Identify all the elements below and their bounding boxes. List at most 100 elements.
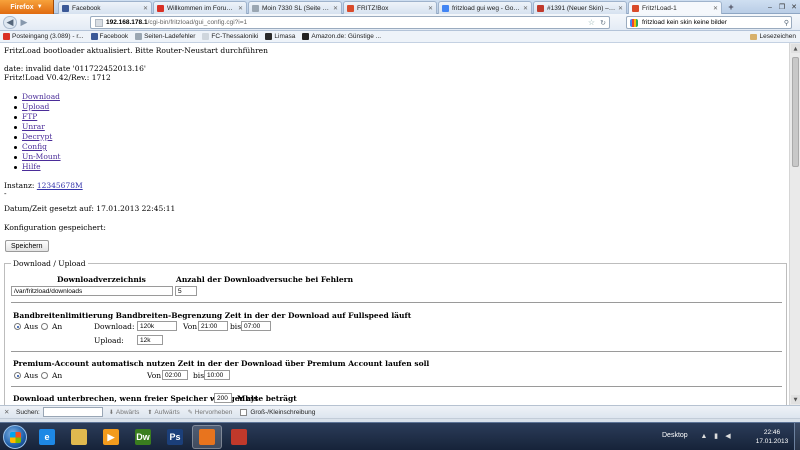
close-tab-icon[interactable]: ✕ [713,5,718,12]
bookmark-label: Facebook [99,33,129,40]
search-go-icon[interactable]: ⚲ [784,19,789,27]
menu-link-config[interactable]: Config [22,142,47,151]
show-hidden-icons-icon[interactable]: ▲ [700,432,708,440]
bandwidth-on-radio[interactable] [41,323,48,330]
bookmark-item[interactable]: Amazon.de: Günstige ... [302,33,381,40]
vertical-scrollbar[interactable]: ▲ ▼ [789,43,800,405]
download-attempts-input[interactable]: 5 [175,286,197,296]
tab-label: Willkommen im Forum Fri... [167,4,236,12]
bandwidth-off-radio[interactable] [14,323,21,330]
tab-label: Facebook [72,4,101,12]
saved-message: Konfiguration gespeichert: [4,223,106,232]
chevron-down-icon: ▼ [36,4,43,10]
start-button[interactable] [3,425,27,449]
free-space-input[interactable]: 200 [214,393,232,403]
site-identity-icon[interactable] [95,18,103,27]
menu-link-hilfe[interactable]: Hilfe [22,162,41,171]
download-directory-input[interactable]: /var/fritzload/downloads [11,286,173,296]
instance-link[interactable]: 12345678M [37,181,83,190]
date-message: date: invalid date '011722452013.16' [4,64,146,73]
download-attempts-header: Anzahl der Downloadversuche bei Fehlern [176,275,354,284]
show-desktop-button[interactable] [794,423,800,450]
folder-icon [749,33,757,40]
download-speed-input[interactable]: 120k [137,321,177,331]
ie-icon: e [39,429,55,445]
menu-link-un-mount[interactable]: Un-Mount [22,152,61,161]
tab-label: Fritz!Load-1 [642,4,677,12]
dreamweaver-icon: Dw [135,429,151,445]
clock[interactable]: 22:46 17.01.2013 [752,428,792,446]
bookmark-item[interactable]: Seiten-Ladefehler [135,33,195,40]
taskbar-app[interactable]: Dw [128,425,158,449]
taskbar-app[interactable] [64,425,94,449]
google-search-engine-icon[interactable] [630,18,638,27]
browser-tab[interactable]: Moin 7330 SL (Seite 1) / All...✕ [248,1,342,14]
browser-tab[interactable]: Fritz!Load-1 ✕ [628,1,722,14]
taskbar-app[interactable] [224,425,254,449]
back-button[interactable]: ◀ [3,16,17,29]
bookmark-star-icon[interactable]: ☆ [588,18,595,27]
new-tab-button[interactable]: + [725,1,737,13]
minimize-icon[interactable]: – [764,0,776,14]
menu-link-unrar[interactable]: Unrar [22,122,45,131]
bandwidth-section-title: Bandbreitenlimitierung Bandbreiten-Begre… [13,311,412,320]
close-tab-icon[interactable]: ✕ [333,5,338,12]
bandwidth-from-input[interactable]: 21:00 [198,321,228,331]
close-window-icon[interactable]: ✕ [788,0,800,14]
close-tab-icon[interactable]: ✕ [618,5,623,12]
premium-to-label: bis [193,371,205,380]
bookmark-item[interactable]: Limasa [265,33,295,40]
desktop-toolbar-label[interactable]: Desktop [662,432,688,439]
firefox-menu-button[interactable]: Firefox ▼ [0,0,54,14]
close-find-bar-icon[interactable]: ✕ [4,408,12,416]
bookmark-item[interactable]: FC-Thessaloniki [202,33,258,40]
close-tab-icon[interactable]: ✕ [238,5,243,12]
tab-label: Moin 7330 SL (Seite 1) / All... [262,4,331,12]
find-next-button[interactable]: ⬇ Abwärts [109,409,140,416]
premium-from-input[interactable]: 02:00 [162,370,188,380]
taskbar-app[interactable]: ▶ [96,425,126,449]
scroll-up-icon[interactable]: ▲ [791,44,800,53]
menu-link-download[interactable]: Download [22,92,60,101]
bookmark-item[interactable]: Posteingang (3.089) - r... [3,33,84,40]
reload-icon[interactable]: ↻ [600,19,606,27]
browser-tab[interactable]: Facebook ✕ [58,1,152,14]
premium-to-input[interactable]: 10:00 [204,370,230,380]
close-tab-icon[interactable]: ✕ [143,5,148,12]
browser-tab[interactable]: fritzload gui weg - Google...✕ [438,1,532,14]
taskbar-app[interactable]: e [32,425,62,449]
maximize-icon[interactable]: ❐ [776,0,788,14]
search-input[interactable]: fritzload kein skin keine bilder [642,19,727,26]
premium-off-radio[interactable] [14,372,21,379]
browser-tab[interactable]: Willkommen im Forum Fri...✕ [153,1,247,14]
taskbar-app[interactable] [192,425,222,449]
app-icon [231,429,247,445]
menu-link-decrypt[interactable]: Decrypt [22,132,52,141]
close-tab-icon[interactable]: ✕ [428,5,433,12]
volume-icon[interactable]: ◀ [724,432,732,440]
find-input[interactable] [42,407,103,417]
browser-tab[interactable]: #1391 (Neuer Skin) – Fritz!L...✕ [533,1,627,14]
menu-link-upload[interactable]: Upload [22,102,49,111]
url-bar[interactable]: 192.168.178.1/cgi-bin/fritzload/gui_conf… [90,16,610,29]
premium-on-radio[interactable] [41,372,48,379]
save-button[interactable]: Speichern [5,240,49,252]
scroll-down-icon[interactable]: ▼ [791,395,800,404]
bookmarks-menu-button[interactable]: Lesezeichen [749,33,796,40]
taskbar-app[interactable]: Ps [160,425,190,449]
scrollbar-thumb[interactable] [792,57,799,167]
bookmark-item[interactable]: Facebook [90,33,129,40]
bandwidth-to-input[interactable]: 07:00 [241,321,271,331]
network-icon[interactable]: ▮ [712,432,720,440]
url-path: /cgi-bin/fritzload/gui_config.cgi?i=1 [147,19,248,26]
upload-speed-input[interactable]: 12k [137,335,163,345]
menu-link-ftp[interactable]: FTP [22,112,37,121]
forward-button[interactable]: ▶ [19,16,29,29]
close-tab-icon[interactable]: ✕ [523,5,528,12]
find-previous-button[interactable]: ⬆ Aufwärts [147,409,179,416]
match-case-checkbox[interactable]: Groß-/Kleinschreibung [240,408,315,416]
find-bar: ✕ Suchen: ⬇ Abwärts ⬆ Aufwärts ✎ Hervorhebe… [0,405,800,418]
search-bar[interactable]: fritzload kein skin keine bilder ⚲ [626,16,792,29]
highlight-button[interactable]: ✎ Hervorheben [188,409,233,416]
browser-tab[interactable]: FRITZ!Box ✕ [343,1,437,14]
